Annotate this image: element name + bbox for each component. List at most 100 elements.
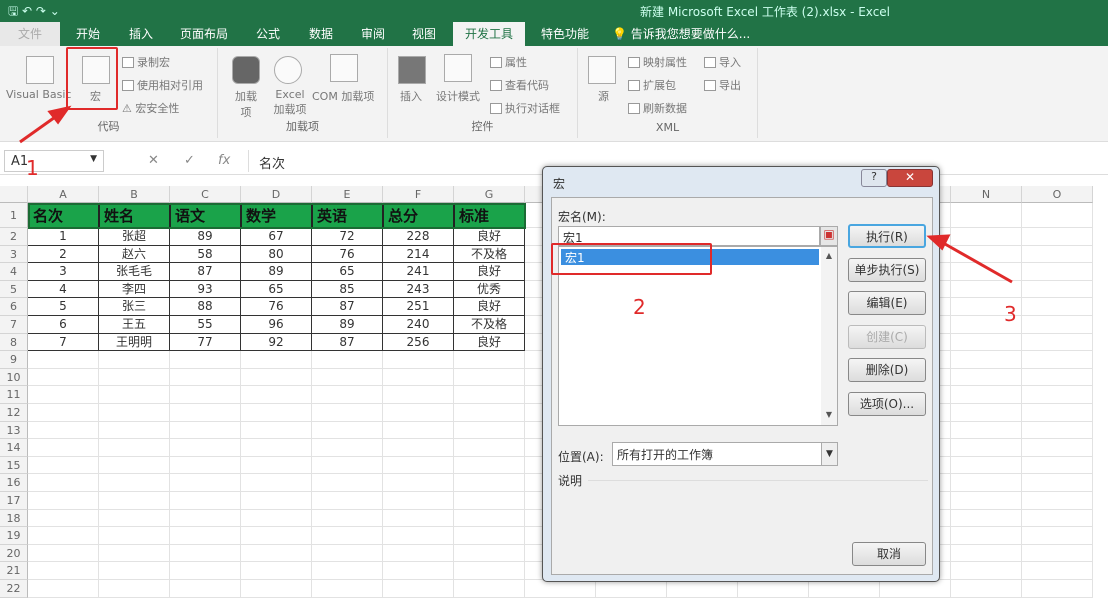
cell[interactable] <box>170 351 241 369</box>
tab-file[interactable]: 文件 <box>0 22 60 46</box>
export-button[interactable]: 导出 <box>704 77 741 93</box>
cell[interactable] <box>241 404 312 422</box>
cell[interactable] <box>951 280 1022 299</box>
cell[interactable] <box>241 439 312 457</box>
step-into-button[interactable]: 单步执行(S) <box>848 258 926 282</box>
row-header[interactable]: 20 <box>0 544 28 563</box>
cell[interactable] <box>1022 439 1093 457</box>
column-header[interactable]: F <box>383 186 454 203</box>
cell[interactable] <box>1022 421 1093 440</box>
table-cell[interactable]: 93 <box>170 280 241 299</box>
cell[interactable] <box>1022 333 1093 352</box>
function-icon[interactable]: fx <box>218 153 230 168</box>
table-cell[interactable]: 87 <box>312 298 383 316</box>
table-cell[interactable]: 228 <box>383 228 454 246</box>
close-button[interactable]: ✕ <box>887 169 933 187</box>
table-cell[interactable]: 张超 <box>99 228 170 246</box>
column-header[interactable]: E <box>312 186 383 203</box>
name-box[interactable]: A1 ▼ <box>4 150 104 172</box>
expansion-packs-button[interactable]: 扩展包 <box>628 77 676 93</box>
cell[interactable] <box>99 509 170 528</box>
cell[interactable] <box>28 562 99 580</box>
cell[interactable] <box>1022 316 1093 334</box>
row-header[interactable]: 2 <box>0 228 28 246</box>
edit-button[interactable]: 编辑(E) <box>848 291 926 315</box>
cell[interactable] <box>312 492 383 510</box>
table-cell[interactable]: 良好 <box>454 263 525 281</box>
table-cell[interactable]: 72 <box>312 228 383 246</box>
table-cell[interactable]: 85 <box>312 280 383 299</box>
view-code-button[interactable]: 查看代码 <box>490 77 549 93</box>
table-cell[interactable]: 92 <box>241 333 312 352</box>
cell[interactable] <box>383 368 454 387</box>
table-cell[interactable]: 赵六 <box>99 245 170 264</box>
cell[interactable] <box>454 351 525 369</box>
cancel-button[interactable]: 取消 <box>852 542 926 566</box>
cell[interactable] <box>454 368 525 387</box>
table-cell[interactable]: 张三 <box>99 298 170 316</box>
cell[interactable] <box>170 456 241 475</box>
cell[interactable] <box>951 368 1022 387</box>
row-header[interactable]: 21 <box>0 562 28 580</box>
cell[interactable] <box>454 580 525 598</box>
row-header[interactable]: 7 <box>0 316 28 334</box>
table-cell[interactable]: 张毛毛 <box>99 263 170 281</box>
addins-button[interactable]: 加载项 <box>234 88 258 120</box>
cell[interactable] <box>312 562 383 580</box>
table-cell[interactable]: 5 <box>28 298 99 316</box>
column-header[interactable]: D <box>241 186 312 203</box>
cell[interactable] <box>951 203 1022 228</box>
cell[interactable] <box>454 404 525 422</box>
row-header[interactable]: 11 <box>0 386 28 404</box>
cell[interactable] <box>170 492 241 510</box>
cell[interactable] <box>1022 351 1093 369</box>
cell[interactable] <box>241 421 312 440</box>
table-cell[interactable]: 87 <box>312 333 383 352</box>
cell[interactable] <box>312 439 383 457</box>
cell[interactable] <box>454 509 525 528</box>
enter-icon[interactable]: ✓ <box>184 153 195 168</box>
design-mode-button[interactable]: 设计模式 <box>436 88 480 104</box>
row-header[interactable]: 10 <box>0 368 28 387</box>
table-cell[interactable]: 1 <box>28 228 99 246</box>
cell[interactable] <box>99 404 170 422</box>
row-header[interactable]: 18 <box>0 509 28 528</box>
cell[interactable] <box>28 492 99 510</box>
cell[interactable] <box>951 333 1022 352</box>
cell[interactable] <box>170 404 241 422</box>
tab-view[interactable]: 视图 <box>398 22 450 46</box>
cell[interactable] <box>99 351 170 369</box>
row-header[interactable]: 16 <box>0 474 28 492</box>
cell[interactable] <box>170 527 241 545</box>
row-header[interactable]: 4 <box>0 263 28 281</box>
cell[interactable] <box>99 492 170 510</box>
table-cell[interactable]: 7 <box>28 333 99 352</box>
cell[interactable] <box>383 544 454 563</box>
cell[interactable] <box>1022 386 1093 404</box>
table-cell[interactable]: 67 <box>241 228 312 246</box>
cell[interactable] <box>312 456 383 475</box>
table-cell[interactable]: 4 <box>28 280 99 299</box>
cell[interactable] <box>454 527 525 545</box>
create-button[interactable]: 创建(C) <box>848 325 926 349</box>
table-cell[interactable]: 77 <box>170 333 241 352</box>
cell[interactable] <box>1022 509 1093 528</box>
cell[interactable] <box>241 492 312 510</box>
cell[interactable] <box>312 421 383 440</box>
cell[interactable] <box>312 368 383 387</box>
cell[interactable] <box>1022 280 1093 299</box>
cell[interactable] <box>1022 456 1093 475</box>
tab-developer[interactable]: 开发工具 <box>453 22 525 46</box>
column-header[interactable]: B <box>99 186 170 203</box>
cell[interactable] <box>99 421 170 440</box>
cell[interactable] <box>241 544 312 563</box>
cell[interactable] <box>28 544 99 563</box>
cell[interactable] <box>170 386 241 404</box>
cell[interactable] <box>312 351 383 369</box>
cell[interactable] <box>383 562 454 580</box>
run-button[interactable]: 执行(R) <box>848 224 926 248</box>
table-cell[interactable]: 65 <box>241 280 312 299</box>
table-cell[interactable]: 89 <box>241 263 312 281</box>
cell[interactable] <box>951 386 1022 404</box>
row-header[interactable]: 13 <box>0 421 28 440</box>
